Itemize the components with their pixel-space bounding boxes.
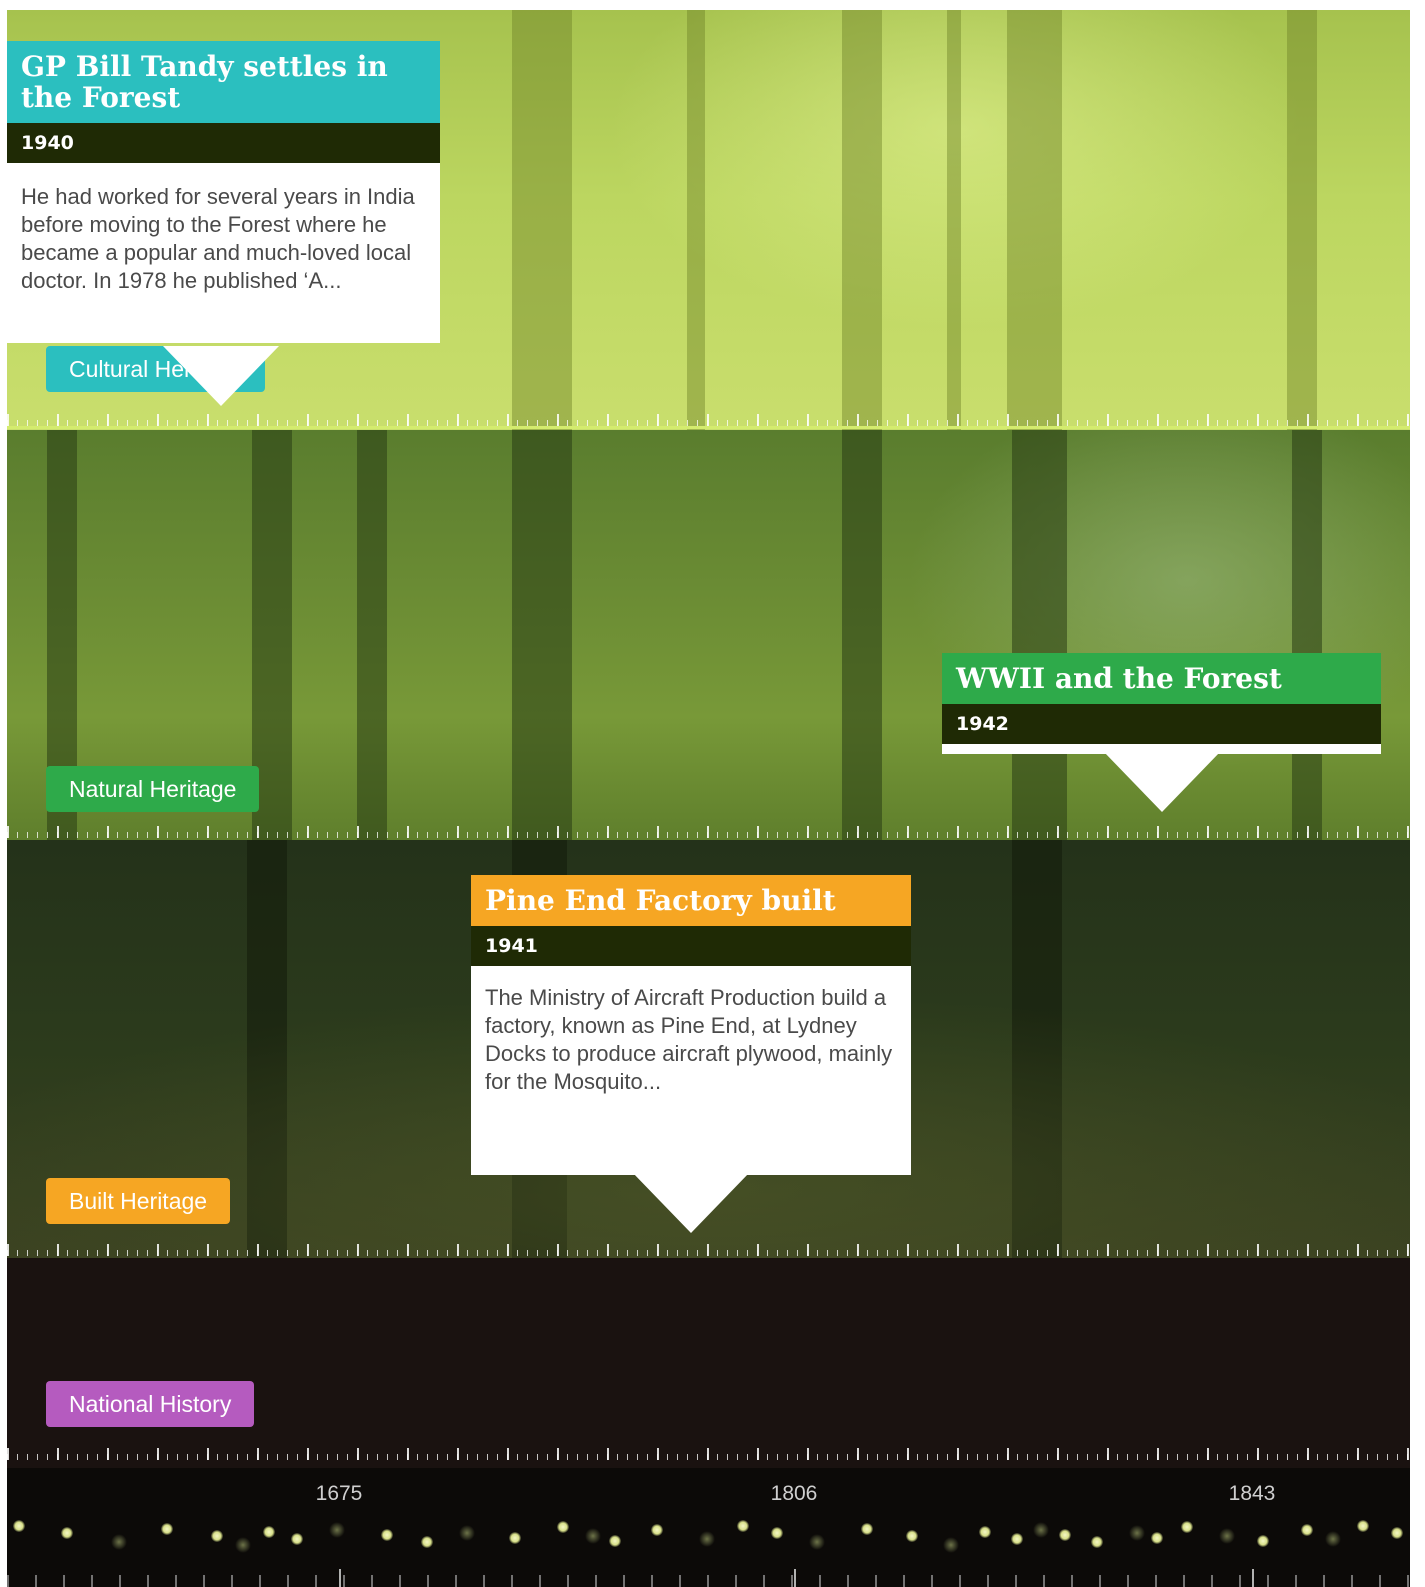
event-dot (61, 1527, 73, 1539)
axis-ticks (7, 1569, 1410, 1587)
event-dot (1091, 1536, 1103, 1548)
event-dot (1033, 1522, 1049, 1538)
event-dot (609, 1535, 621, 1547)
tick-ruler (7, 414, 1410, 426)
event-card-gp-bill-tandy[interactable]: GP Bill Tandy settles in the Forest 1940… (7, 41, 440, 343)
axis-major-tick (1252, 1569, 1254, 1587)
tag-natural-heritage[interactable]: Natural Heritage (46, 766, 260, 812)
event-dot (509, 1532, 521, 1544)
event-dot (13, 1520, 25, 1532)
event-year: 1942 (942, 704, 1381, 744)
event-dot (557, 1521, 569, 1533)
event-dot (1357, 1520, 1369, 1532)
band-divider (7, 426, 1410, 429)
axis-major-tick (339, 1569, 341, 1587)
band-national-history: National History (7, 1258, 1410, 1468)
event-dot (1059, 1529, 1071, 1541)
event-dot (459, 1525, 475, 1541)
event-dot (1301, 1524, 1313, 1536)
event-dot (1151, 1532, 1163, 1544)
event-dot (943, 1537, 959, 1553)
event-year: 1940 (7, 123, 440, 163)
event-dot (381, 1529, 393, 1541)
event-card-pine-end-factory[interactable]: Pine End Factory built 1941 The Ministry… (471, 875, 911, 1175)
event-pointer (633, 1173, 749, 1233)
tree-trunk (1012, 430, 1067, 840)
tick-ruler (7, 826, 1410, 838)
event-dot (1011, 1533, 1023, 1545)
tree-trunk (842, 430, 882, 840)
tree-trunk (1287, 10, 1317, 430)
event-dot (699, 1531, 715, 1547)
tag-national-history[interactable]: National History (46, 1381, 255, 1427)
tree-trunk (687, 10, 705, 430)
event-pointer (163, 346, 279, 406)
event-dot (1391, 1527, 1403, 1539)
event-dot (771, 1527, 783, 1539)
event-dot (1181, 1521, 1193, 1533)
event-card-wwii-and-the-forest[interactable]: WWII and the Forest 1942 (942, 653, 1381, 754)
event-year: 1941 (471, 926, 911, 966)
tree-trunk (1292, 430, 1322, 840)
event-dot (906, 1530, 918, 1542)
tree-trunk (842, 10, 882, 430)
event-dot (421, 1536, 433, 1548)
event-dot (263, 1526, 275, 1538)
event-dot (329, 1522, 345, 1538)
event-dot (809, 1534, 825, 1550)
event-dot (979, 1526, 991, 1538)
tree-trunk (357, 430, 387, 840)
axis-label: 1843 (1228, 1482, 1276, 1505)
event-description: He had worked for several years in India… (21, 184, 415, 293)
timeline-axis[interactable]: 1675 1806 1843 (7, 1468, 1410, 1587)
event-dot (585, 1528, 601, 1544)
event-dot (235, 1537, 251, 1553)
event-dot (1219, 1528, 1235, 1544)
event-dot (161, 1523, 173, 1535)
event-dot (111, 1534, 127, 1550)
tree-trunk (512, 430, 572, 840)
event-dot (1129, 1525, 1145, 1541)
event-title: Pine End Factory built (471, 875, 911, 926)
axis-label: 1675 (315, 1482, 363, 1505)
event-title: WWII and the Forest (942, 653, 1381, 704)
tag-built-heritage[interactable]: Built Heritage (46, 1178, 231, 1224)
event-dot (861, 1523, 873, 1535)
event-dot (211, 1530, 223, 1542)
event-dot (291, 1533, 303, 1545)
axis-major-tick (794, 1569, 796, 1587)
event-pointer (1104, 752, 1220, 812)
event-description: The Ministry of Aircraft Production buil… (485, 985, 893, 1094)
event-dot (1257, 1535, 1269, 1547)
axis-label: 1806 (770, 1482, 818, 1505)
event-dot (737, 1520, 749, 1532)
tick-ruler (7, 1448, 1410, 1460)
timeline-viewport[interactable]: Cultural Heritage Natural Heritage Built… (7, 10, 1410, 1587)
tree-trunk (947, 10, 961, 430)
event-dot (651, 1524, 663, 1536)
event-dot (1325, 1531, 1341, 1547)
tree-trunk (1007, 10, 1062, 430)
event-title: GP Bill Tandy settles in the Forest (7, 41, 440, 123)
tick-ruler (7, 1244, 1410, 1256)
tree-trunk (512, 10, 572, 430)
